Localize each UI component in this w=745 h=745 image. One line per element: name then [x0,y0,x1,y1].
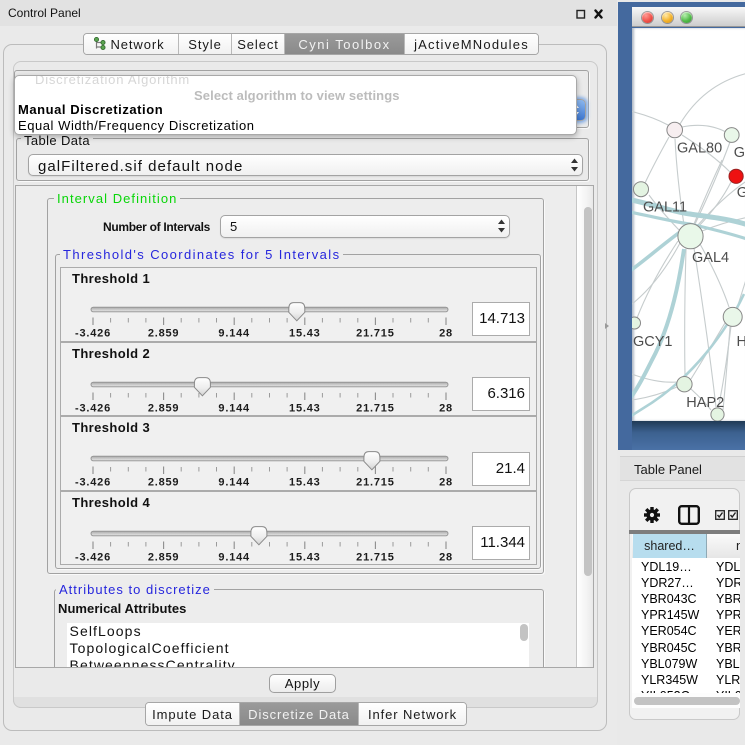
svg-text:-3.426: -3.426 [75,327,111,339]
svg-text:H: H [737,334,745,350]
svg-text:GAL4: GAL4 [692,250,729,266]
svg-text:21.715: 21.715 [356,402,394,414]
svg-text:15.43: 15.43 [289,551,321,563]
svg-text:15.43: 15.43 [289,477,321,489]
svg-text:G: G [734,145,745,161]
svg-text:9.144: 9.144 [218,327,250,339]
svg-text:2.859: 2.859 [148,551,180,563]
svg-text:2.859: 2.859 [148,327,180,339]
svg-text:28: 28 [439,551,453,563]
svg-text:GAL80: GAL80 [677,141,722,157]
svg-text:2.859: 2.859 [148,477,180,489]
svg-text:GCY1: GCY1 [633,334,673,350]
svg-text:15.43: 15.43 [289,327,321,339]
svg-text:15.43: 15.43 [289,402,321,414]
svg-text:28: 28 [439,402,453,414]
svg-text:21.715: 21.715 [356,327,394,339]
svg-text:GAL11: GAL11 [643,200,687,216]
svg-text:28: 28 [439,327,453,339]
svg-text:21.715: 21.715 [356,477,394,489]
svg-text:-3.426: -3.426 [75,402,111,414]
svg-text:HAP2: HAP2 [686,395,724,411]
svg-text:-3.426: -3.426 [75,477,111,489]
svg-text:9.144: 9.144 [218,477,250,489]
svg-text:G: G [737,185,745,201]
svg-text:2.859: 2.859 [148,402,180,414]
svg-text:9.144: 9.144 [218,551,250,563]
svg-text:21.715: 21.715 [356,551,394,563]
svg-text:28: 28 [439,477,453,489]
svg-text:-3.426: -3.426 [75,551,111,563]
svg-text:9.144: 9.144 [218,402,250,414]
